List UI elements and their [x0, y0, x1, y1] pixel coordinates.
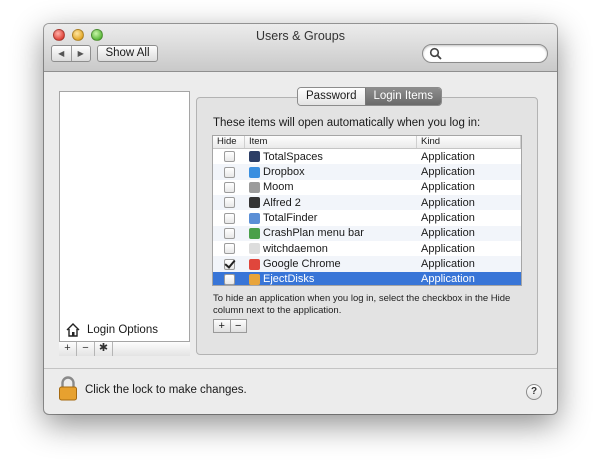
item-kind: Application: [421, 166, 475, 179]
item-kind: Application: [421, 212, 475, 225]
hide-checkbox[interactable]: [223, 151, 235, 163]
forward-arrow-icon[interactable]: ▶: [72, 46, 91, 61]
table-row[interactable]: witchdaemon Application: [213, 241, 521, 256]
item-name: Alfred 2: [263, 196, 301, 209]
witch-icon: [249, 243, 260, 255]
users-list-toolbar: + − ✱: [59, 341, 190, 356]
column-header-item[interactable]: Item: [245, 136, 417, 148]
search-input[interactable]: [422, 44, 548, 63]
show-all-button[interactable]: Show All: [97, 45, 158, 62]
hide-cell: [213, 227, 245, 239]
search-icon: [429, 47, 442, 60]
column-header-kind[interactable]: Kind: [417, 136, 521, 148]
item-name: TotalSpaces: [263, 150, 323, 163]
hide-cell: [213, 197, 245, 209]
login-options-item[interactable]: Login Options: [59, 319, 190, 341]
hide-checkbox[interactable]: [223, 243, 235, 255]
lock-icon[interactable]: [58, 376, 78, 405]
moom-icon: [249, 181, 260, 193]
ejectdisks-icon: [249, 273, 260, 285]
item-cell: Google Chrome: [245, 258, 417, 270]
login-options-label: Login Options: [87, 324, 158, 336]
item-kind: Application: [421, 150, 475, 163]
hide-cell: [213, 181, 245, 193]
item-cell: Moom: [245, 181, 417, 193]
item-name: Dropbox: [263, 166, 305, 179]
item-cell: Dropbox: [245, 166, 417, 178]
item-cell: Alfred 2: [245, 197, 417, 209]
item-kind: Application: [421, 196, 475, 209]
dropbox-icon: [249, 166, 260, 178]
help-button[interactable]: ?: [526, 384, 542, 400]
add-user-button[interactable]: +: [59, 342, 77, 356]
item-name: Moom: [263, 181, 294, 194]
hide-cell: [213, 258, 245, 270]
item-name: Google Chrome: [263, 258, 341, 271]
totalfinder-icon: [249, 212, 260, 224]
login-item-buttons: + −: [213, 319, 247, 333]
tab-login-items[interactable]: Login Items: [364, 88, 441, 105]
table-row[interactable]: EjectDisks Application: [213, 271, 521, 286]
item-kind: Application: [421, 273, 475, 286]
item-cell: EjectDisks: [245, 273, 417, 285]
window-title: Users & Groups: [256, 29, 345, 43]
hide-cell: [213, 273, 245, 285]
hide-checkbox[interactable]: [223, 181, 235, 193]
back-arrow-icon[interactable]: ◀: [52, 46, 72, 61]
tab-bar: Password Login Items: [297, 87, 442, 106]
hide-checkbox[interactable]: [223, 166, 235, 178]
table-body: TotalSpaces Application Dropbox Application…: [213, 149, 521, 286]
add-login-item-button[interactable]: +: [214, 320, 231, 332]
tab-password[interactable]: Password: [298, 88, 365, 105]
table-row[interactable]: CrashPlan menu bar Application: [213, 225, 521, 242]
item-name: witchdaemon: [263, 242, 328, 255]
lock-message: Click the lock to make changes.: [85, 384, 247, 396]
item-cell: witchdaemon: [245, 243, 417, 255]
users-list[interactable]: [59, 91, 190, 356]
totalspaces-icon: [249, 151, 260, 163]
hide-checkbox[interactable]: [223, 197, 235, 209]
table-row[interactable]: Google Chrome Application: [213, 256, 521, 272]
item-cell: CrashPlan menu bar: [245, 227, 417, 239]
chrome-icon: [249, 258, 260, 270]
hide-cell: [213, 212, 245, 224]
users-groups-window: Users & Groups ◀ ▶ Show All Login Option…: [44, 24, 557, 414]
item-kind: Application: [421, 181, 475, 194]
back-forward-control: ◀ ▶: [51, 45, 91, 62]
table-row[interactable]: TotalSpaces Application: [213, 149, 521, 164]
item-name: TotalFinder: [263, 212, 318, 225]
login-items-table[interactable]: Hide Item Kind TotalSpaces Application Dro…: [212, 135, 522, 286]
hide-checkbox[interactable]: [223, 227, 235, 239]
gear-icon[interactable]: ✱: [95, 342, 113, 356]
hide-cell: [213, 151, 245, 163]
table-row[interactable]: Dropbox Application: [213, 164, 521, 180]
table-row[interactable]: TotalFinder Application: [213, 210, 521, 225]
login-items-intro: These items will open automatically when…: [213, 117, 481, 129]
hide-checkbox[interactable]: [223, 258, 235, 270]
crashplan-icon: [249, 227, 260, 239]
column-header-hide[interactable]: Hide: [213, 136, 245, 148]
hide-cell: [213, 166, 245, 178]
hide-cell: [213, 243, 245, 255]
table-header: Hide Item Kind: [213, 136, 521, 149]
item-cell: TotalFinder: [245, 212, 417, 224]
item-kind: Application: [421, 242, 475, 255]
item-kind: Application: [421, 227, 475, 240]
item-cell: TotalSpaces: [245, 151, 417, 163]
alfred-icon: [249, 197, 260, 209]
hide-checkbox[interactable]: [223, 212, 235, 224]
item-name: EjectDisks: [263, 273, 315, 286]
hide-hint-text: To hide an application when you log in, …: [213, 293, 511, 316]
remove-login-item-button[interactable]: −: [231, 320, 247, 332]
table-row[interactable]: Moom Application: [213, 180, 521, 195]
hide-checkbox[interactable]: [223, 273, 235, 285]
item-name: CrashPlan menu bar: [263, 227, 364, 240]
item-kind: Application: [421, 258, 475, 271]
remove-user-button[interactable]: −: [77, 342, 95, 356]
footer-divider: [44, 368, 557, 369]
table-row[interactable]: Alfred 2 Application: [213, 195, 521, 211]
house-icon: [66, 323, 80, 337]
window-toolbar: Users & Groups ◀ ▶ Show All: [44, 24, 557, 72]
